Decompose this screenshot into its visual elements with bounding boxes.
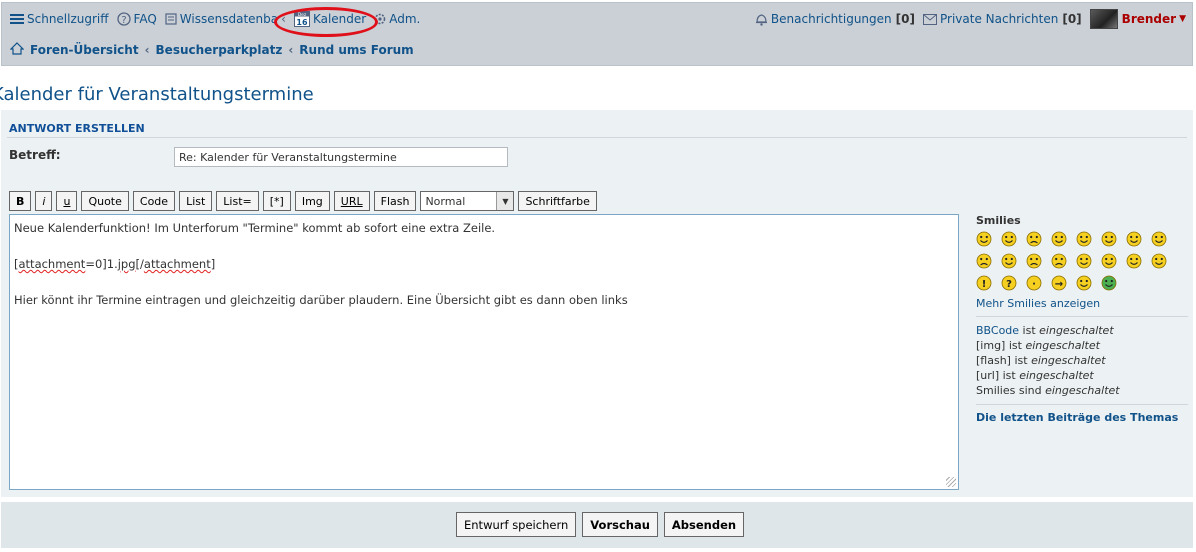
- message-line: Neue Kalenderfunktion! Im Unterforum "Te…: [14, 221, 496, 235]
- breadcrumb-visitor-area[interactable]: Besucherparkplatz: [156, 43, 283, 57]
- img-button[interactable]: Img: [294, 191, 330, 211]
- divider: [976, 316, 1188, 317]
- gear-icon: [374, 13, 386, 25]
- divider: [976, 404, 1188, 405]
- font-color-button[interactable]: Schriftfarbe: [518, 191, 597, 211]
- url-button[interactable]: URL: [333, 191, 370, 211]
- knowledge-base-link[interactable]: Wissensdatenba ‹: [165, 12, 286, 26]
- notifications-link[interactable]: Benachrichtigungen [0]: [755, 12, 915, 26]
- flash-status: [flash] ist eingeschaltet: [976, 354, 1106, 367]
- resize-handle[interactable]: [946, 477, 956, 487]
- smiley-laugh-icon[interactable]: [1151, 231, 1167, 247]
- caret-down-icon: ▼: [1179, 14, 1186, 24]
- divider: [7, 137, 1187, 138]
- save-draft-button[interactable]: Entwurf speichern: [456, 512, 577, 537]
- bold-button[interactable]: B: [9, 191, 32, 211]
- post-form-panel: ANTWORT ERSTELLEN Betreff: B i u Quote C…: [1, 110, 1193, 497]
- svg-text:?: ?: [121, 15, 126, 26]
- top-navbar: Schnellzugriff ? FAQ Wissensdatenba ‹ De…: [1, 2, 1193, 66]
- smiley-neutral-icon[interactable]: [1076, 275, 1092, 291]
- img-status: [img] ist eingeschaltet: [976, 339, 1100, 352]
- subject-input[interactable]: [174, 147, 508, 167]
- avatar: [1089, 9, 1118, 29]
- submit-button[interactable]: Absenden: [663, 512, 745, 537]
- list-item-button[interactable]: [*]: [262, 191, 291, 211]
- quick-access-menu[interactable]: Schnellzugriff: [10, 12, 109, 26]
- smiley-rolleyes-icon[interactable]: [1126, 253, 1142, 269]
- smiley-grin-icon[interactable]: [976, 231, 992, 247]
- svg-text:16: 16: [296, 18, 308, 27]
- smiley-confused-icon[interactable]: [1101, 231, 1117, 247]
- code-button[interactable]: Code: [132, 191, 176, 211]
- hamburger-icon: [10, 13, 24, 25]
- more-smilies-link[interactable]: Mehr Smilies anzeigen: [976, 297, 1188, 310]
- smiley-exclaim-icon[interactable]: !: [976, 275, 992, 291]
- smiley-surprised-icon[interactable]: [1051, 231, 1067, 247]
- smilies-status: Smilies sind eingeschaltet: [976, 384, 1120, 397]
- user-menu[interactable]: Brender ▼: [1089, 9, 1186, 29]
- svg-text:·: ·: [1032, 279, 1036, 290]
- smiley-sad-icon[interactable]: [1026, 231, 1042, 247]
- notifications-count: [0]: [895, 12, 915, 26]
- question-icon: ?: [116, 12, 131, 26]
- list-button[interactable]: List: [179, 191, 213, 211]
- message-textarea[interactable]: Neue Kalenderfunktion! Im Unterforum "Te…: [9, 214, 959, 490]
- smiley-smile-icon[interactable]: [1001, 231, 1017, 247]
- svg-text:→: →: [1055, 279, 1063, 290]
- smiley-evil-icon[interactable]: [1076, 253, 1092, 269]
- smiley-razz-icon[interactable]: [1001, 253, 1017, 269]
- smiley-green-icon[interactable]: [1101, 275, 1117, 291]
- ordered-list-button[interactable]: List=: [216, 191, 259, 211]
- admin-link[interactable]: Adm.: [374, 12, 420, 26]
- svg-text:!: !: [982, 279, 987, 290]
- form-footer: Entwurf speichern Vorschau Absenden: [1, 502, 1193, 548]
- envelope-icon: [922, 13, 937, 25]
- smiley-mad-icon[interactable]: [976, 253, 992, 269]
- smiley-idea-icon[interactable]: ·: [1026, 275, 1042, 291]
- url-status: [url] ist eingeschaltet: [976, 369, 1094, 382]
- quote-button[interactable]: Quote: [81, 191, 129, 211]
- font-size-select[interactable]: Normal ▼: [420, 191, 515, 211]
- smiley-arrow-icon[interactable]: →: [1051, 275, 1067, 291]
- private-messages-link[interactable]: Private Nachrichten [0]: [922, 12, 1082, 26]
- smiley-cool-icon[interactable]: [1126, 231, 1142, 247]
- smiley-eek-icon[interactable]: [1076, 231, 1092, 247]
- preview-button[interactable]: Vorschau: [582, 512, 658, 537]
- home-icon[interactable]: [9, 42, 25, 58]
- svg-text:?: ?: [1006, 279, 1012, 290]
- form-header: ANTWORT ERSTELLEN: [9, 122, 145, 135]
- faq-link[interactable]: ? FAQ: [116, 12, 157, 26]
- message-line: Hier könnt ihr Termine eintragen und gle…: [14, 293, 628, 307]
- bell-icon: [755, 12, 768, 26]
- breadcrumb-about-forum[interactable]: Rund ums Forum: [299, 43, 413, 57]
- book-icon: [165, 13, 177, 25]
- italic-button[interactable]: i: [35, 191, 53, 211]
- dropdown-arrow-icon: ▼: [496, 192, 514, 210]
- calendar-link[interactable]: Dez 16 Kalender: [293, 11, 366, 27]
- breadcrumb-forum-index[interactable]: Foren-Übersicht: [30, 43, 139, 57]
- bbcode-toolbar: B i u Quote Code List List= [*] Img URL …: [9, 191, 597, 211]
- smiley-wink-icon[interactable]: [1151, 253, 1167, 269]
- smiley-twisted-icon[interactable]: [1101, 253, 1117, 269]
- sidebar: Smilies !? · → Mehr Smilies anzeigen BBCod…: [976, 214, 1188, 424]
- smiley-cry-icon[interactable]: [1051, 253, 1067, 269]
- recent-posts-link[interactable]: Die letzten Beiträge des Themas: [976, 411, 1188, 424]
- smilies-title: Smilies: [976, 214, 1021, 227]
- smilies-grid: !? · →: [976, 231, 1188, 291]
- breadcrumb: Foren-Übersicht ‹ Besucherparkplatz ‹ Ru…: [9, 42, 414, 58]
- underline-button[interactable]: u: [56, 191, 78, 211]
- smiley-question-icon[interactable]: ?: [1001, 275, 1017, 291]
- bbcode-link[interactable]: BBCode: [976, 324, 1019, 337]
- bbcode-status: BBCode ist eingeschaltet: [976, 324, 1114, 337]
- page-title[interactable]: Kalender für Veranstaltungstermine: [0, 84, 314, 105]
- message-line: [attachment=0]1.jpg[/attachment]: [14, 257, 216, 271]
- flash-button[interactable]: Flash: [373, 191, 417, 211]
- subject-label: Betreff:: [9, 148, 61, 162]
- smiley-oops-icon[interactable]: [1026, 253, 1042, 269]
- chevron-left-icon: ‹: [281, 12, 286, 26]
- calendar-icon: Dez 16: [293, 11, 310, 27]
- pm-count: [0]: [1062, 12, 1082, 26]
